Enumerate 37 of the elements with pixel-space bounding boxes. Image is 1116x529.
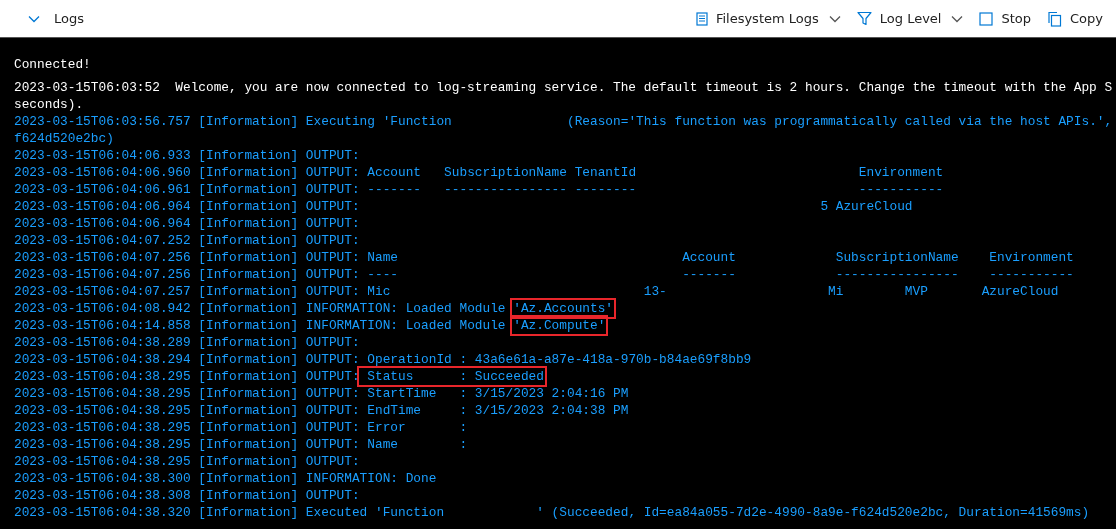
log-line: 2023-03-15T06:04:38.295 [Information] OUTPUT: Name : xyxy=(14,436,469,453)
copy-icon xyxy=(1047,10,1062,27)
log-line: 2023-03-15T06:04:38.320 [Information] Executed 'Function ' (Succeeded, Id=ea84a055-7d2e-4990-8a9e-f624d520e2bc, Duration=41569ms) xyxy=(14,504,1091,521)
log-line: 2023-03-15T06:04:14.858 [Information] INFORMATION: Loaded Module 'Az.Compute' xyxy=(14,317,1116,334)
toolbar-button[interactable]: Filesystem Logs xyxy=(690,11,846,26)
log-line: seconds). xyxy=(14,96,85,113)
log-line: f624d520e2bc) xyxy=(14,130,115,147)
filter-icon xyxy=(856,11,872,26)
log-line: 2023-03-15T06:04:07.257 [Information] OUTPUT: Mic 13- Mi MVP AzureCloud xyxy=(14,283,1060,300)
chevron-down-icon xyxy=(28,14,40,23)
toolbar-button[interactable]: Copy xyxy=(1042,10,1108,27)
log-line: 2023-03-15T06:04:38.308 [Information] OUTPUT: xyxy=(14,487,361,504)
logs-toggle[interactable]: Logs xyxy=(28,11,84,26)
log-line: 2023-03-15T06:04:38.295 [Information] OUTPUT: StartTime : 3/15/2023 2:04:16 PM xyxy=(14,385,630,402)
log-line: 2023-03-15T06:04:07.256 [Information] OUTPUT: ---- ------- ---------------- ----------- xyxy=(14,266,1075,283)
log-line: 2023-03-15T06:04:38.295 [Information] OUTPUT: Error : xyxy=(14,419,469,436)
log-line: 2023-03-15T06:04:38.294 [Information] OUTPUT: OperationId : 43a6e61a-a87e-418a-970b-b84ae69f8bb9 xyxy=(14,351,753,368)
log-line: 2023-03-15T06:04:07.252 [Information] OUTPUT: xyxy=(14,232,361,249)
toolbar-button[interactable]: Stop xyxy=(974,11,1036,26)
log-line: 2023-03-15T06:04:08.942 [Information] INFORMATION: Loaded Module 'Az.Accounts' xyxy=(14,300,1116,317)
log-line: 2023-03-15T06:04:06.964 [Information] OUTPUT: 5 AzureCloud xyxy=(14,198,914,215)
log-line: 2023-03-15T06:04:38.295 [Information] OUTPUT: EndTime : 3/15/2023 2:04:38 PM xyxy=(14,402,630,419)
log-line: 2023-03-15T06:04:38.295 [Information] OUTPUT: xyxy=(14,453,361,470)
log-line: 2023-03-15T06:04:06.964 [Information] OUTPUT: xyxy=(14,215,361,232)
log-line: 2023-03-15T06:04:38.300 [Information] INFORMATION: Done xyxy=(14,470,438,487)
log-line: 2023-03-15T06:04:38.289 [Information] OUTPUT: xyxy=(14,334,361,351)
log-line: 2023-03-15T06:04:38.295 [Information] OUTPUT: Status : Succeeded xyxy=(14,368,1116,385)
stop-icon xyxy=(979,11,994,26)
document-icon xyxy=(695,11,708,26)
log-line: 2023-03-15T06:04:06.933 [Information] OUTPUT: xyxy=(14,147,361,164)
log-line: 2023-03-15T06:04:07.256 [Information] OUTPUT: Name Account SubscriptionName Environment xyxy=(14,249,1075,266)
log-line: 2023-03-15T06:03:52 Welcome, you are now connected to log-streaming service. The default timeout is 2 hours. Change the timeout with the App S xyxy=(14,79,1114,96)
log-line: 2023-03-15T06:04:06.961 [Information] OUTPUT: ------- ---------------- -------- ----------- xyxy=(14,181,945,198)
log-line: 2023-03-15T06:03:56.757 [Information] Executing 'Function (Reason='This function was programmatically called via the host APIs.', xyxy=(14,113,1114,130)
connection-status: Connected! xyxy=(14,56,92,73)
toolbar-button[interactable]: Log Level xyxy=(851,11,969,26)
log-line: 2023-03-15T06:04:06.960 [Information] OUTPUT: Account SubscriptionName TenantId Environment xyxy=(14,164,945,181)
